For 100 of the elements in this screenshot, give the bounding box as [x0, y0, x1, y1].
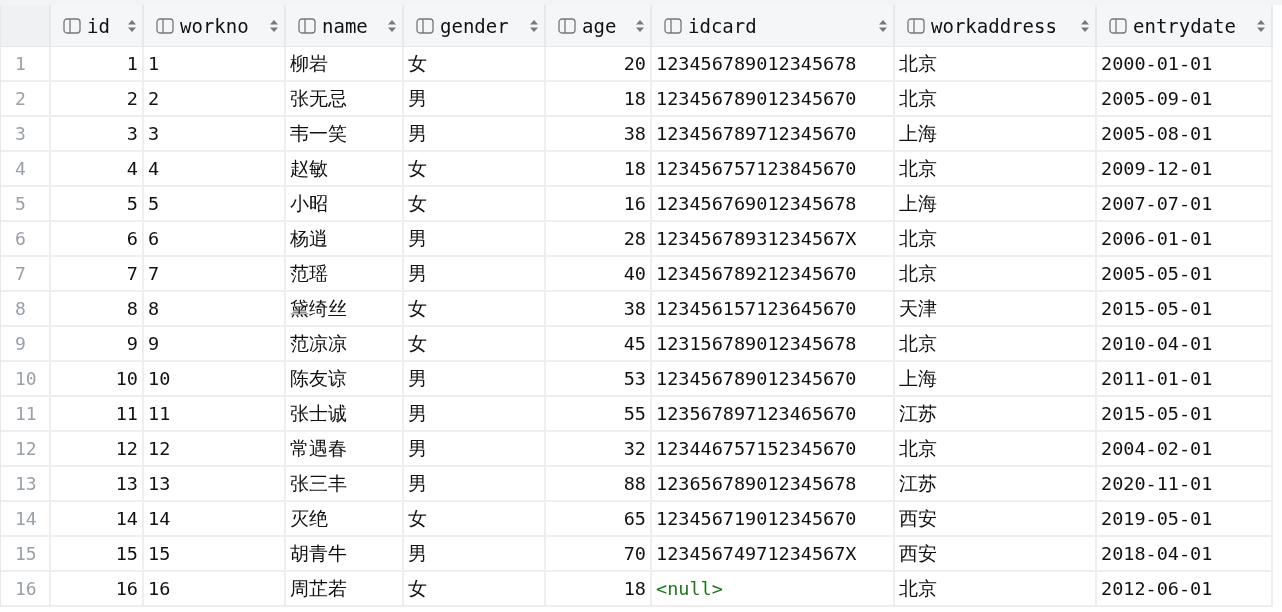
- table-cell: 20: [546, 47, 652, 82]
- table-cell: 2005-05-01: [1097, 257, 1273, 292]
- table-cell: 123456789212345670: [652, 257, 895, 292]
- table-cell: 男: [404, 82, 546, 117]
- row-number: 3: [1, 117, 51, 152]
- table-cell: 陈友谅: [286, 362, 404, 397]
- column-header[interactable]: entrydate: [1097, 5, 1273, 47]
- table-cell: 女: [404, 572, 546, 607]
- table-cell: 灭绝: [286, 502, 404, 537]
- row-number: 6: [1, 222, 51, 257]
- table-cell: 2010-04-01: [1097, 327, 1273, 362]
- table-cell: 5: [51, 187, 144, 222]
- table-cell: 北京: [895, 432, 1097, 467]
- table-cell: 北京: [895, 47, 1097, 82]
- table-cell: 12345674971234567X: [652, 537, 895, 572]
- column-header[interactable]: age: [546, 5, 652, 47]
- table-cell: 123456769012345678: [652, 187, 895, 222]
- row-number: 14: [1, 502, 51, 537]
- table-cell: 40: [546, 257, 652, 292]
- sort-icon[interactable]: [1081, 19, 1089, 32]
- table-cell: 2015-05-01: [1097, 292, 1273, 327]
- table-cell: 2012-06-01: [1097, 572, 1273, 607]
- column-header[interactable]: workno: [144, 5, 286, 47]
- table-cell: 13: [144, 467, 286, 502]
- table-cell: 女: [404, 152, 546, 187]
- table-cell: 123456789012345678: [652, 47, 895, 82]
- sort-icon[interactable]: [636, 19, 644, 32]
- table-cell: 123156789012345678: [652, 327, 895, 362]
- table-cell: 2004-02-01: [1097, 432, 1273, 467]
- table-cell: 8: [51, 292, 144, 327]
- table-cell: 13: [51, 467, 144, 502]
- table-cell: 北京: [895, 327, 1097, 362]
- table-cell: 韦一笑: [286, 117, 404, 152]
- table-cell: 10: [51, 362, 144, 397]
- row-number: 2: [1, 82, 51, 117]
- table-cell: 53: [546, 362, 652, 397]
- table-cell: 北京: [895, 572, 1097, 607]
- column-header[interactable]: id: [51, 5, 144, 47]
- table-cell: 4: [51, 152, 144, 187]
- sort-icon[interactable]: [270, 19, 278, 32]
- table-cell: 123456757123845670: [652, 152, 895, 187]
- column-header[interactable]: idcard: [652, 5, 895, 47]
- table-cell: 北京: [895, 222, 1097, 257]
- table-cell: 2018-04-01: [1097, 537, 1273, 572]
- table-cell: 18: [546, 82, 652, 117]
- table-cell: 6: [51, 222, 144, 257]
- row-number: 15: [1, 537, 51, 572]
- column-header[interactable]: workaddress: [895, 5, 1097, 47]
- table-cell: 18: [546, 572, 652, 607]
- table-cell: 上海: [895, 187, 1097, 222]
- table-cell: 123456789012345670: [652, 82, 895, 117]
- table-cell: 北京: [895, 82, 1097, 117]
- column-icon: [664, 17, 682, 34]
- table-cell: 2019-05-01: [1097, 502, 1273, 537]
- table-cell: 柳岩: [286, 47, 404, 82]
- table-cell: 28: [546, 222, 652, 257]
- table-cell: 38: [546, 292, 652, 327]
- table-cell: 1: [144, 47, 286, 82]
- table-cell: 上海: [895, 362, 1097, 397]
- table-cell: 3: [144, 117, 286, 152]
- table-cell: 男: [404, 397, 546, 432]
- table-cell: 黛绮丝: [286, 292, 404, 327]
- table-cell: 123456789712345670: [652, 117, 895, 152]
- table-cell: 11: [51, 397, 144, 432]
- table-cell: 7: [51, 257, 144, 292]
- sort-icon[interactable]: [530, 19, 538, 32]
- table-cell: 男: [404, 467, 546, 502]
- table-cell: 男: [404, 362, 546, 397]
- column-header[interactable]: name: [286, 5, 404, 47]
- table-cell: 65: [546, 502, 652, 537]
- sort-icon[interactable]: [128, 19, 136, 32]
- table-cell: 北京: [895, 257, 1097, 292]
- sort-icon[interactable]: [879, 19, 887, 32]
- table-cell: 赵敏: [286, 152, 404, 187]
- column-header[interactable]: gender: [404, 5, 546, 47]
- column-icon: [416, 17, 434, 34]
- sort-icon[interactable]: [1257, 19, 1265, 32]
- table-cell: 2000-01-01: [1097, 47, 1273, 82]
- table-cell: 江苏: [895, 397, 1097, 432]
- table-cell: 2: [144, 82, 286, 117]
- table-cell: 16: [546, 187, 652, 222]
- table-cell: 北京: [895, 152, 1097, 187]
- table-cell: 2007-07-01: [1097, 187, 1273, 222]
- table-cell: 常遇春: [286, 432, 404, 467]
- table-cell: 小昭: [286, 187, 404, 222]
- sort-icon[interactable]: [388, 19, 396, 32]
- table-cell: 88: [546, 467, 652, 502]
- table-cell: 女: [404, 187, 546, 222]
- table-cell: 11: [144, 397, 286, 432]
- table-cell: 4: [144, 152, 286, 187]
- table-cell: 123567897123465670: [652, 397, 895, 432]
- table-cell: 张士诚: [286, 397, 404, 432]
- table-cell: 男: [404, 117, 546, 152]
- row-number: 12: [1, 432, 51, 467]
- column-icon: [63, 17, 81, 34]
- table-cell: 123446757152345670: [652, 432, 895, 467]
- table-cell: 14: [51, 502, 144, 537]
- table-cell: 45: [546, 327, 652, 362]
- table-cell: 女: [404, 502, 546, 537]
- column-icon: [298, 17, 316, 34]
